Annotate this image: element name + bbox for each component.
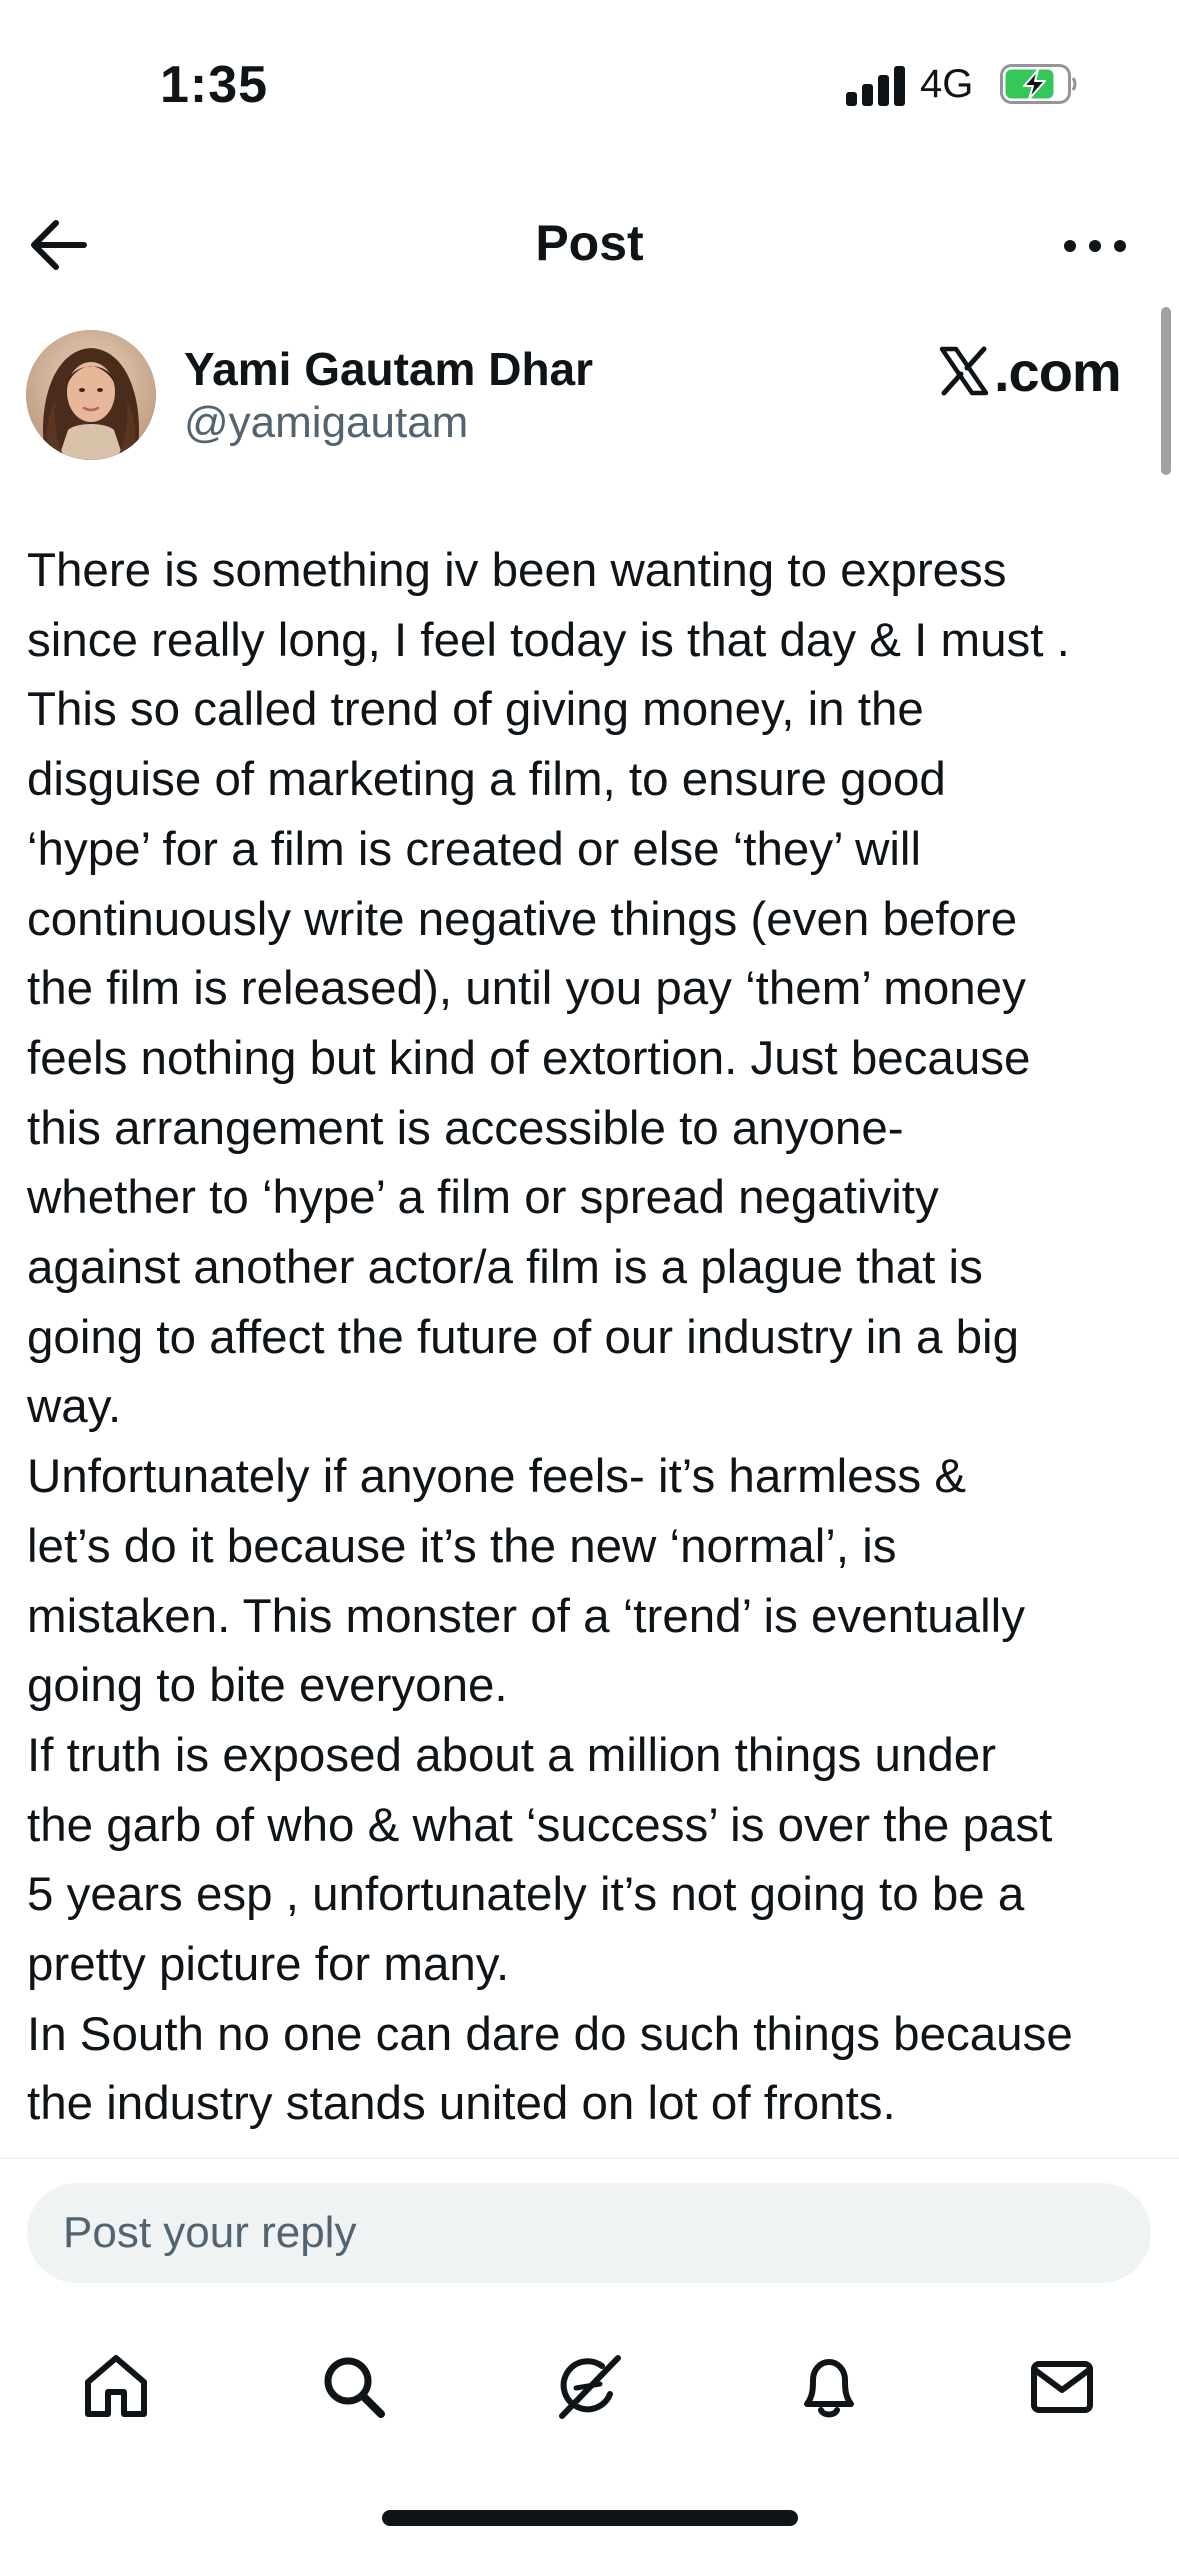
home-icon <box>85 2355 147 2417</box>
status-bar: 1:35 4G <box>0 0 1179 170</box>
post-line: feels nothing but kind of extortion. Jus… <box>27 1031 1031 1085</box>
post-line: ‘hype’ for a film is created or else ‘th… <box>27 822 922 876</box>
post-line: This so called trend of giving money, in… <box>27 683 924 737</box>
more-options-button[interactable] <box>1050 216 1140 276</box>
post-line: the film is released), until you pay ‘th… <box>27 962 1026 1016</box>
network-type: 4G <box>920 62 974 106</box>
post-line: Unfortunately if anyone feels- it’s harm… <box>27 1450 967 1504</box>
header: Post <box>0 190 1179 300</box>
post-line: the garb of who & what ‘success’ is over… <box>27 1798 1053 1852</box>
post-line: There is something iv been wanting to ex… <box>27 544 1007 597</box>
cellular-signal-icon <box>846 64 906 106</box>
author-display-name[interactable]: Yami Gautam Dhar <box>184 342 593 396</box>
nav-home[interactable] <box>76 2346 156 2426</box>
status-time: 1:35 <box>160 56 269 114</box>
post-line: disguise of marketing a film, to ensure … <box>27 753 946 807</box>
post-line: continuously write negative things (even… <box>27 892 1018 946</box>
reply-divider <box>0 2157 1179 2159</box>
mail-icon <box>1031 2361 1093 2413</box>
avatar[interactable] <box>26 330 156 460</box>
post-line: In South no one can dare do such things … <box>27 2007 1073 2061</box>
bottom-nav <box>0 2330 1179 2430</box>
post-line: If truth is exposed about a million thin… <box>27 1728 997 1782</box>
post-line: let’s do it because it’s the new ‘normal… <box>27 1519 897 1573</box>
post-line: mistaken. This monster of a ‘trend’ is e… <box>27 1589 1025 1643</box>
post-line: this arrangement is accessible to anyone… <box>27 1101 904 1155</box>
post-line: going to affect the future of our indust… <box>27 1310 1019 1364</box>
post-body: There is something iv been wanting to ex… <box>27 536 1167 2152</box>
grok-icon <box>559 2355 621 2419</box>
post-line: going to bite everyone. <box>27 1659 508 1713</box>
bell-icon <box>804 2359 854 2418</box>
ellipsis-icon <box>1064 240 1126 252</box>
post-line: the industry stands united on lot of fro… <box>27 2077 896 2131</box>
battery-charging-icon <box>1000 64 1077 104</box>
nav-messages[interactable] <box>1022 2346 1102 2426</box>
post-line: 5 years esp , unfortunately it’s not goi… <box>27 1868 1025 1922</box>
page-title: Post <box>535 215 644 271</box>
post-line: whether to ‘hype’ a film or spread negat… <box>27 1171 939 1225</box>
source-badge: .com <box>936 336 1122 406</box>
home-indicator[interactable] <box>382 2510 798 2526</box>
nav-notifications[interactable] <box>789 2346 869 2426</box>
x-logo-icon <box>939 346 989 396</box>
post-line: pretty picture for many. <box>27 1938 510 1992</box>
author-handle[interactable]: @yamigautam <box>184 398 468 448</box>
search-icon <box>324 2357 385 2418</box>
post-line: since really long, I feel today is that … <box>27 613 1070 667</box>
nav-search[interactable] <box>313 2346 393 2426</box>
scrollbar[interactable] <box>1161 307 1171 475</box>
source-text: .com <box>994 339 1122 403</box>
post-line: way. <box>27 1380 122 1434</box>
reply-input[interactable] <box>27 2183 1151 2283</box>
nav-grok[interactable] <box>550 2346 630 2426</box>
avatar-image <box>26 330 156 460</box>
post-line: against another actor/a film is a plague… <box>27 1241 983 1295</box>
